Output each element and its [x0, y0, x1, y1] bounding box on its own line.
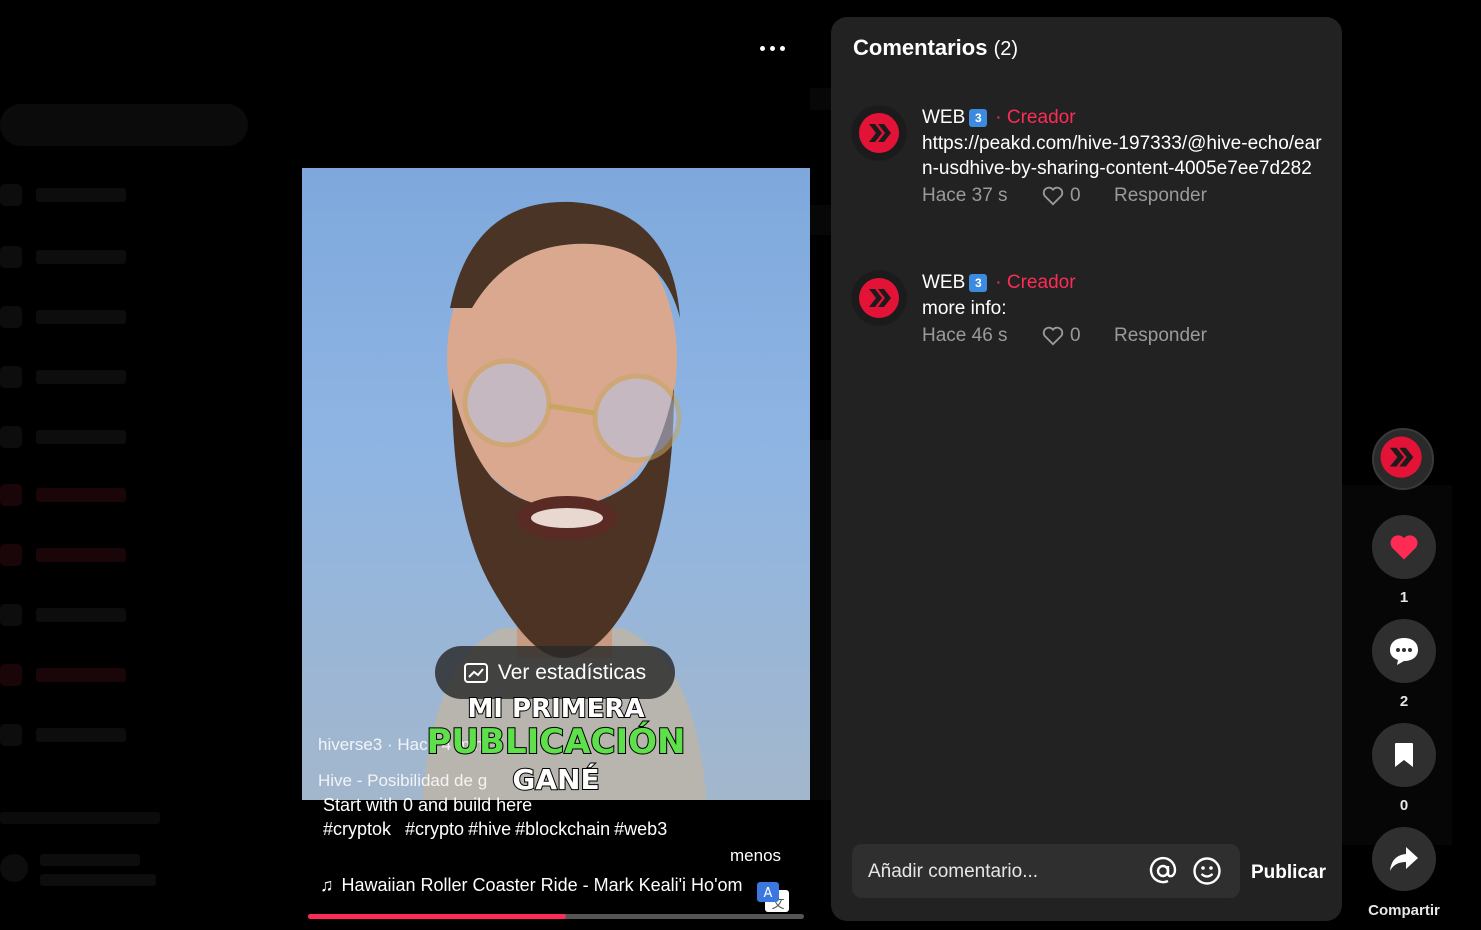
background-strip: [810, 205, 832, 235]
video-caption-line2: PUBLICACIÓN: [426, 721, 687, 763]
comment-like-button[interactable]: 0: [1042, 325, 1114, 347]
comment-text: more info:: [922, 298, 1007, 319]
comment-bubble-icon: [1390, 638, 1418, 665]
hive-avatar[interactable]: [851, 105, 907, 161]
comments-title-label: Comentarios: [853, 35, 988, 60]
translate-icon[interactable]: 文 A: [757, 882, 791, 914]
comment-input-box: [852, 844, 1240, 900]
background-nav-item: [0, 660, 126, 690]
hashtag-link[interactable]: #web3: [614, 819, 667, 840]
view-stats-label: Ver estadísticas: [497, 660, 647, 684]
dot-icon: [769, 45, 775, 51]
music-note-icon: ♫: [320, 875, 334, 895]
creator-avatar[interactable]: [1372, 428, 1434, 490]
comment-like-count: 0: [1070, 325, 1081, 346]
comment-text: https://peakd.com/hive-197333/@hive-echo…: [922, 133, 1322, 179]
background-nav-item: [0, 302, 126, 332]
comment-input[interactable]: [866, 844, 1140, 900]
share-button[interactable]: [1372, 827, 1436, 891]
background-strip: [810, 440, 832, 800]
background-nav-item: [0, 720, 126, 750]
save-count: 0: [1399, 797, 1409, 814]
background-nav-item: [0, 600, 126, 630]
keycap-badge: 3: [969, 109, 988, 127]
comment-like-button[interactable]: 0: [1042, 185, 1114, 207]
save-button[interactable]: [1372, 723, 1436, 787]
creator-tag: · Creador: [995, 107, 1076, 128]
background-sidebar: [0, 0, 260, 930]
view-stats-button[interactable]: Ver estadísticas: [435, 646, 675, 699]
comment-button[interactable]: [1372, 619, 1436, 683]
reply-button[interactable]: Responder: [1114, 185, 1207, 207]
video-caption-line1: MI PRIMERA: [466, 693, 645, 725]
emoji-icon[interactable]: [1192, 856, 1222, 886]
hashtag-list: #cryptok #crypto #hive #blockchain #web3: [323, 819, 667, 840]
background-section-label: [0, 812, 160, 824]
share-arrow-icon: [1390, 847, 1418, 871]
comment-time: Hace 46 s: [922, 325, 1008, 346]
music-title: Hawaiian Roller Coaster Ride - Mark Keal…: [341, 875, 743, 895]
show-less-link[interactable]: menos: [730, 846, 781, 866]
background-nav-item: [0, 180, 126, 210]
background-search: [0, 104, 248, 146]
reply-button[interactable]: Responder: [1114, 325, 1207, 347]
background-strip: [810, 88, 832, 110]
hashtag-link[interactable]: #hive: [468, 819, 511, 840]
bookmark-icon: [1395, 743, 1413, 767]
svg-text:A: A: [764, 886, 773, 901]
background-nav-item: [0, 362, 126, 392]
hashtag-link[interactable]: #blockchain: [515, 819, 610, 840]
hashtag-link[interactable]: #crypto: [405, 819, 464, 840]
background-nav-item: [0, 480, 126, 510]
video-progress-bar[interactable]: [308, 914, 804, 919]
video-caption-line3: GANÉ: [511, 762, 600, 797]
video-progress-fill: [308, 914, 566, 919]
like-button[interactable]: [1372, 515, 1436, 579]
background-nav-item: [0, 422, 126, 452]
dot-icon: [759, 45, 765, 51]
share-label: Compartir: [1368, 902, 1440, 919]
background-nav-item: [0, 242, 126, 272]
dot-icon: [779, 45, 785, 51]
background-account: [0, 850, 160, 890]
heart-outline-icon: [1042, 326, 1064, 346]
music-link[interactable]: ♫ Hawaiian Roller Coaster Ride - Mark Ke…: [320, 875, 770, 896]
comments-title: Comentarios (2): [853, 35, 1018, 61]
like-count: 1: [1399, 589, 1409, 606]
comment-author[interactable]: WEB: [922, 107, 965, 129]
comment-like-count: 0: [1070, 185, 1081, 206]
hive-avatar[interactable]: [851, 270, 907, 326]
background-nav-item: [0, 540, 126, 570]
mention-icon[interactable]: [1148, 856, 1178, 886]
heart-icon: [1390, 535, 1418, 560]
comment-author[interactable]: WEB: [922, 272, 965, 294]
comment-count: 2: [1399, 693, 1409, 710]
comments-count: (2): [993, 38, 1019, 60]
hashtag-link[interactable]: #cryptok: [323, 819, 391, 840]
heart-outline-icon: [1042, 186, 1064, 206]
post-comment-button[interactable]: Publicar: [1251, 862, 1326, 884]
stats-chart-icon: [463, 662, 488, 683]
video-description-line2: Start with 0 and build here: [323, 795, 533, 815]
keycap-badge: 3: [969, 274, 988, 292]
more-options-button[interactable]: [752, 36, 792, 60]
creator-tag: · Creador: [995, 272, 1076, 293]
comment-time: Hace 37 s: [922, 185, 1008, 206]
comments-panel: Comentarios (2) WEB 3 · Creador https://…: [831, 17, 1342, 921]
